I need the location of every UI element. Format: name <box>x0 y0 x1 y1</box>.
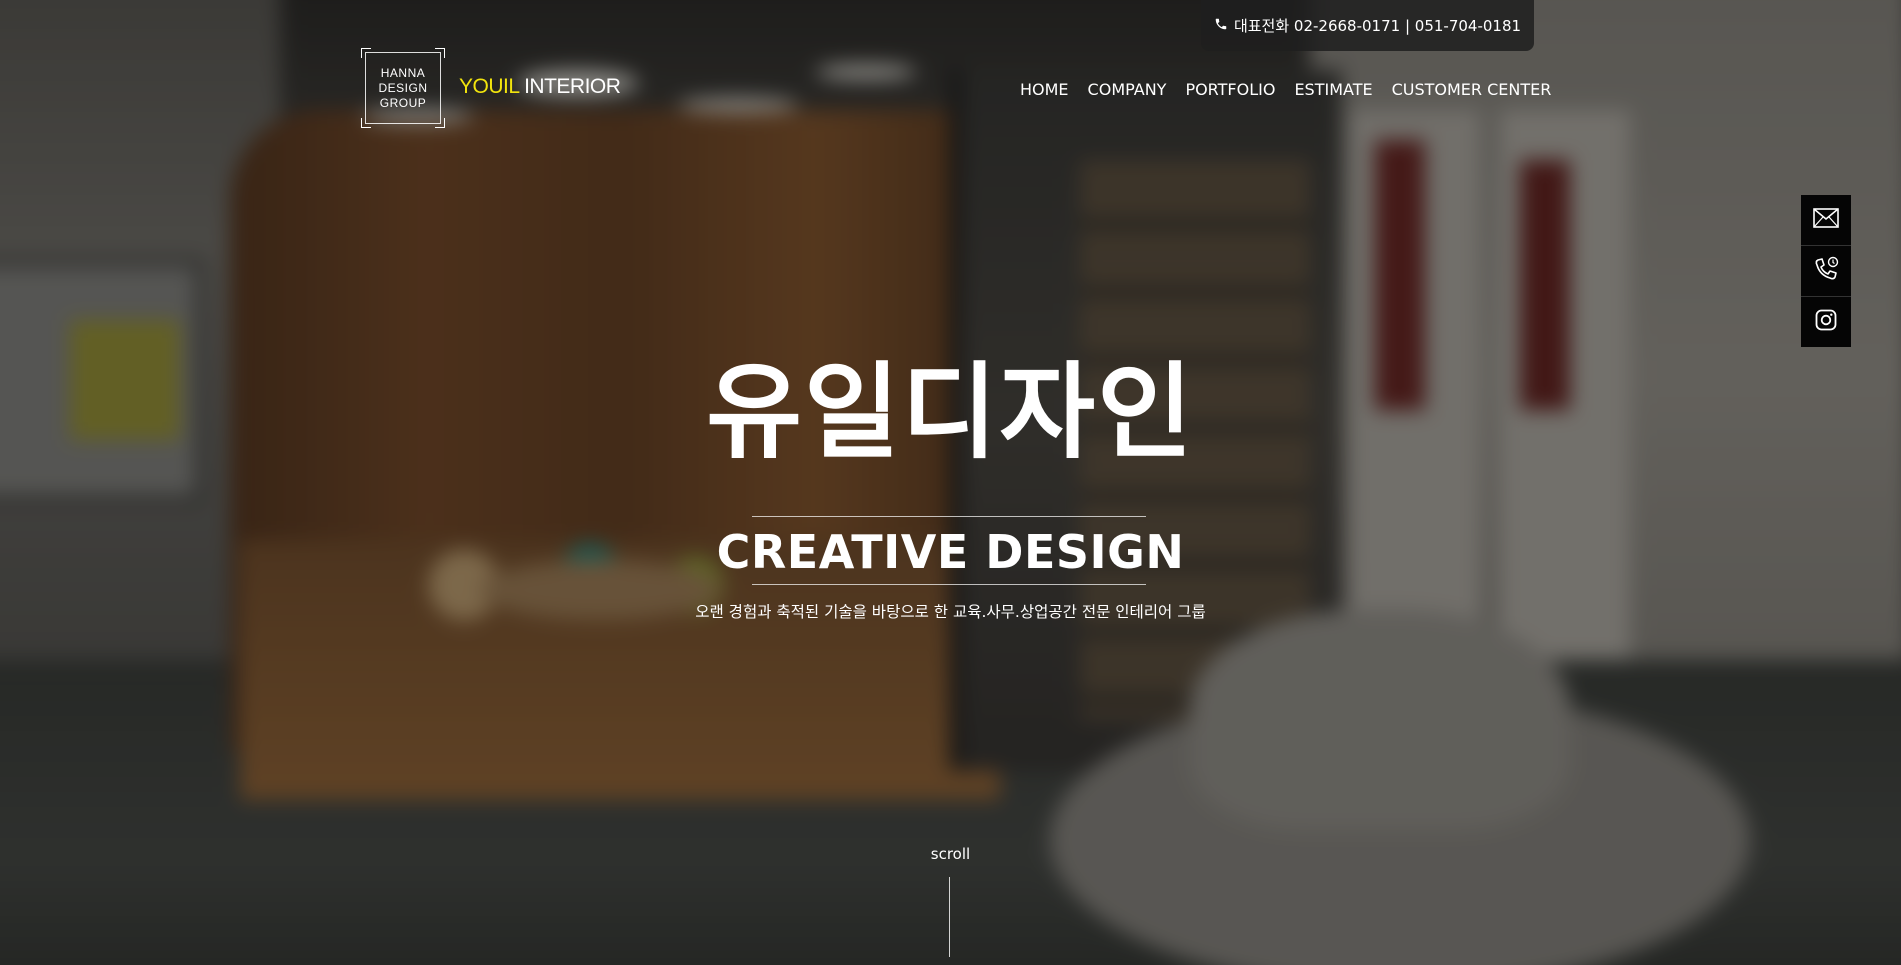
main-nav: HOME COMPANY PORTFOLIO ESTIMATE CUSTOMER… <box>1020 80 1551 99</box>
instagram-icon <box>1815 309 1837 335</box>
phone-icon <box>1214 17 1228 35</box>
nav-item-estimate[interactable]: ESTIMATE <box>1294 80 1372 99</box>
hero-background-image <box>0 0 1901 965</box>
scroll-indicator-line <box>949 877 950 957</box>
phone-call-icon <box>1812 255 1840 287</box>
hero-subtitle: CREATIVE DESIGN <box>716 525 1185 579</box>
instagram-button[interactable] <box>1801 297 1851 347</box>
phone-label: 대표전화 02-2668-0171 | 051-704-0181 <box>1233 17 1522 35</box>
quick-menu <box>1801 195 1851 347</box>
hero-title: 유일디자인 <box>706 351 1195 473</box>
logo-rest-text: INTERIOR <box>518 75 621 98</box>
call-button[interactable] <box>1801 246 1851 297</box>
logo-line-2: DESIGN <box>378 80 428 95</box>
mail-icon <box>1813 208 1839 232</box>
logo-emblem[interactable]: HANNA DESIGN GROUP <box>361 48 445 128</box>
nav-item-home[interactable]: HOME <box>1020 80 1069 99</box>
phone-info-tab: 대표전화 02-2668-0171 | 051-704-0181 <box>1201 0 1534 51</box>
logo-line-3: GROUP <box>379 95 427 110</box>
scroll-indicator-label[interactable]: scroll <box>0 845 1901 863</box>
nav-item-company[interactable]: COMPANY <box>1088 80 1167 99</box>
hero-divider-bottom <box>752 584 1146 585</box>
nav-item-customer-center[interactable]: CUSTOMER CENTER <box>1392 80 1552 99</box>
logo-line-1: HANNA <box>380 65 426 80</box>
logo-wordmark[interactable]: YOUIL INTERIOR <box>459 75 621 99</box>
mail-button[interactable] <box>1801 195 1851 246</box>
hero-divider-top <box>752 516 1146 517</box>
logo-accent-text: YOUIL <box>459 75 519 98</box>
nav-item-portfolio[interactable]: PORTFOLIO <box>1185 80 1275 99</box>
hero-description: 오랜 경험과 축적된 기술을 바탕으로 한 교육.사무.상업공간 전문 인테리어… <box>695 603 1206 621</box>
